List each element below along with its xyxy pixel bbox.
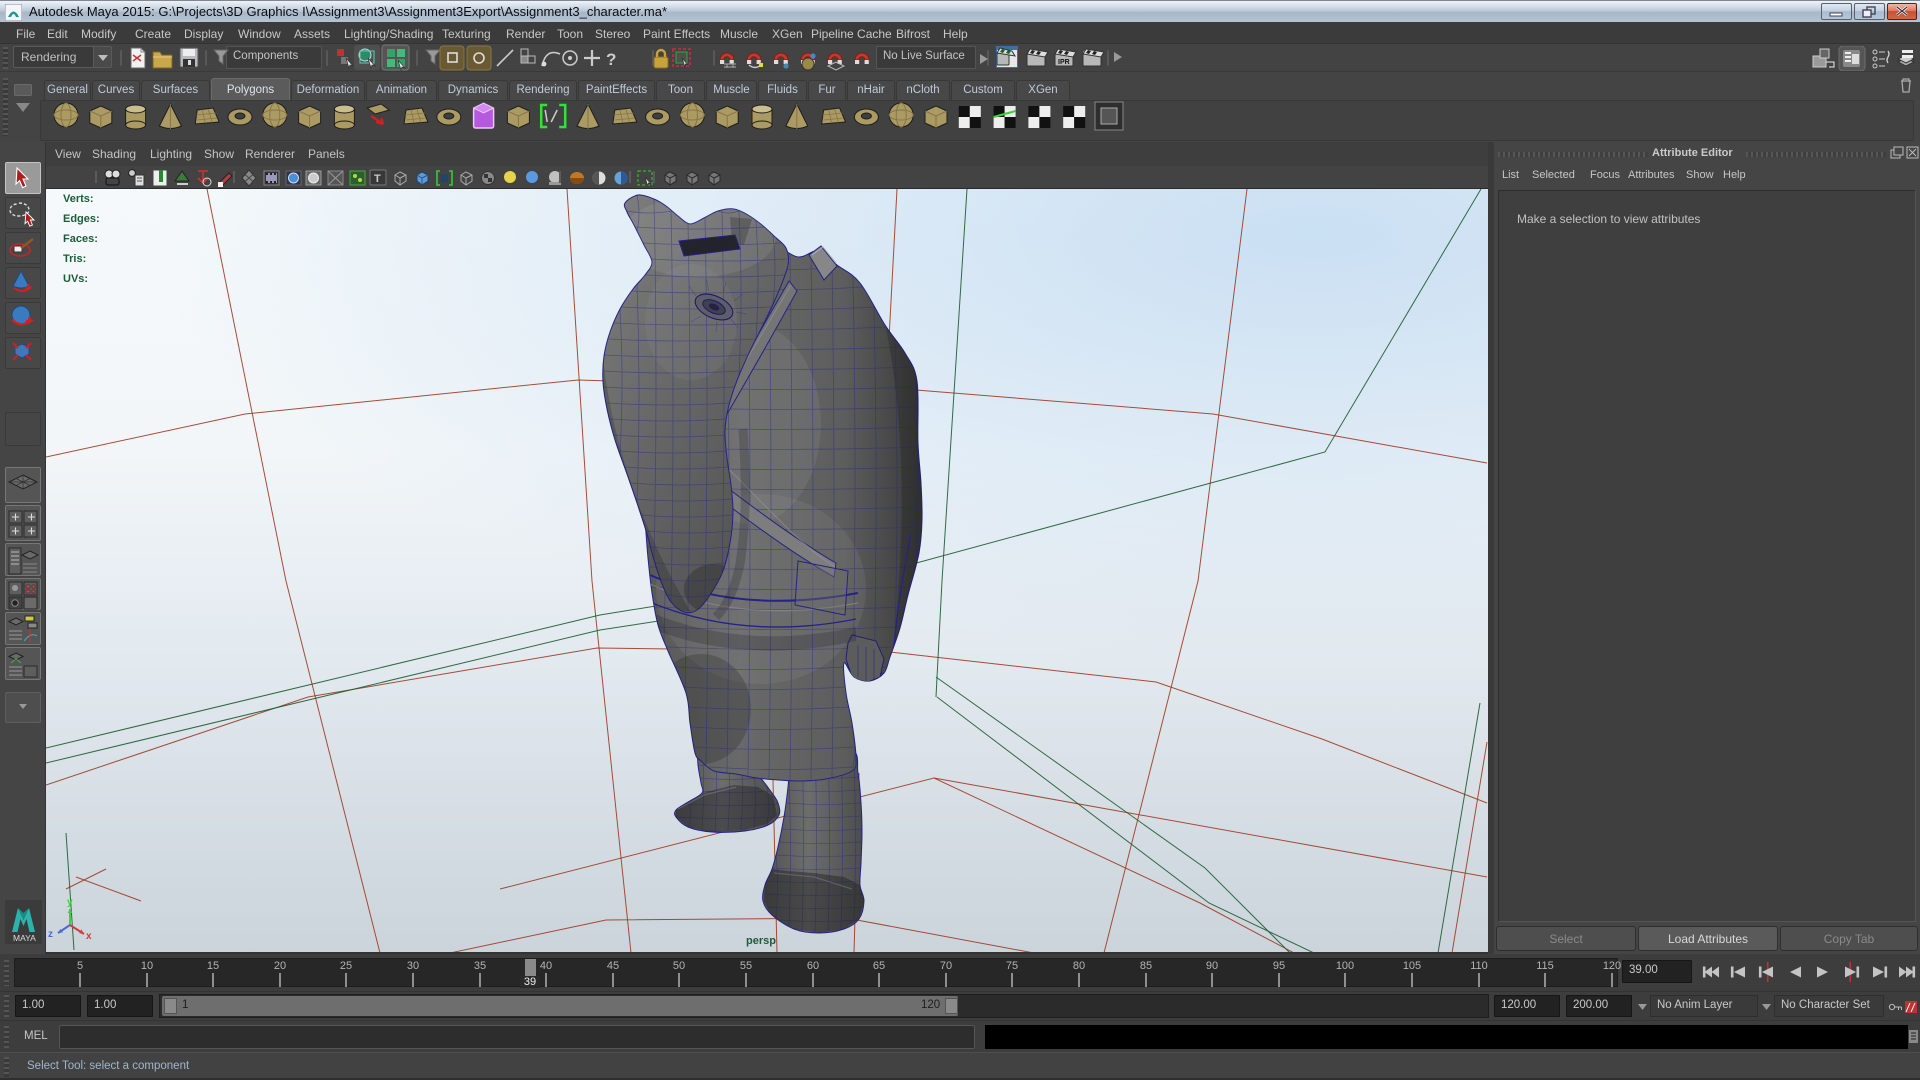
svg-text:IPR: IPR [1058, 59, 1070, 66]
svg-text:?: ? [606, 50, 616, 69]
svg-text:y: y [67, 897, 73, 908]
svg-text:T: T [374, 173, 381, 185]
svg-text:MAYA: MAYA [13, 933, 36, 943]
svg-text:z: z [48, 929, 53, 940]
svg-text:x: x [86, 931, 92, 942]
